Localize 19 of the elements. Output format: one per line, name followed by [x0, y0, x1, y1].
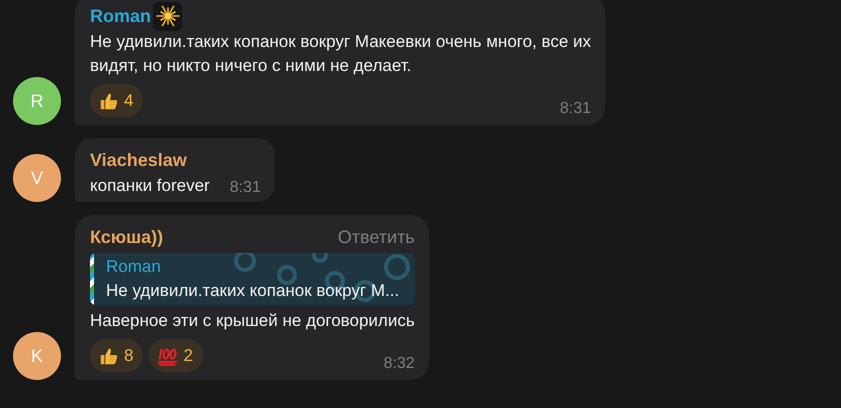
sparkle-badge-icon	[153, 2, 182, 30]
message-text: видят, но никто ничего с ними не делает.	[90, 55, 412, 77]
author-name[interactable]: Ксюша))	[90, 224, 164, 250]
message-time: 8:31	[560, 99, 592, 119]
reaction-chip[interactable]: 2	[149, 339, 203, 372]
message-text: копанки forever	[90, 175, 210, 197]
hundred-points-icon	[157, 346, 180, 366]
message-text: Не удивили.таких копанок вокруг Макеевки очень много, все их	[90, 31, 592, 53]
quote-author: Roman	[106, 256, 162, 278]
reaction-chip[interactable]: 4	[90, 84, 144, 117]
author-name[interactable]: Roman	[90, 2, 182, 30]
message-text: Наверное эти с крышей не договорились	[90, 310, 415, 332]
quoted-message[interactable]: Roman Не удивили.таких копанок вокруг М...	[90, 253, 415, 305]
message-time: 8:31	[230, 178, 261, 198]
quote-text: Не удивили.таких копанок вокруг М...	[106, 280, 400, 302]
reaction-chip[interactable]: 8	[90, 339, 144, 372]
author-name[interactable]: Viacheslaw	[90, 146, 187, 174]
reply-button[interactable]: Ответить	[338, 224, 415, 250]
message-time: 8:32	[384, 354, 415, 374]
